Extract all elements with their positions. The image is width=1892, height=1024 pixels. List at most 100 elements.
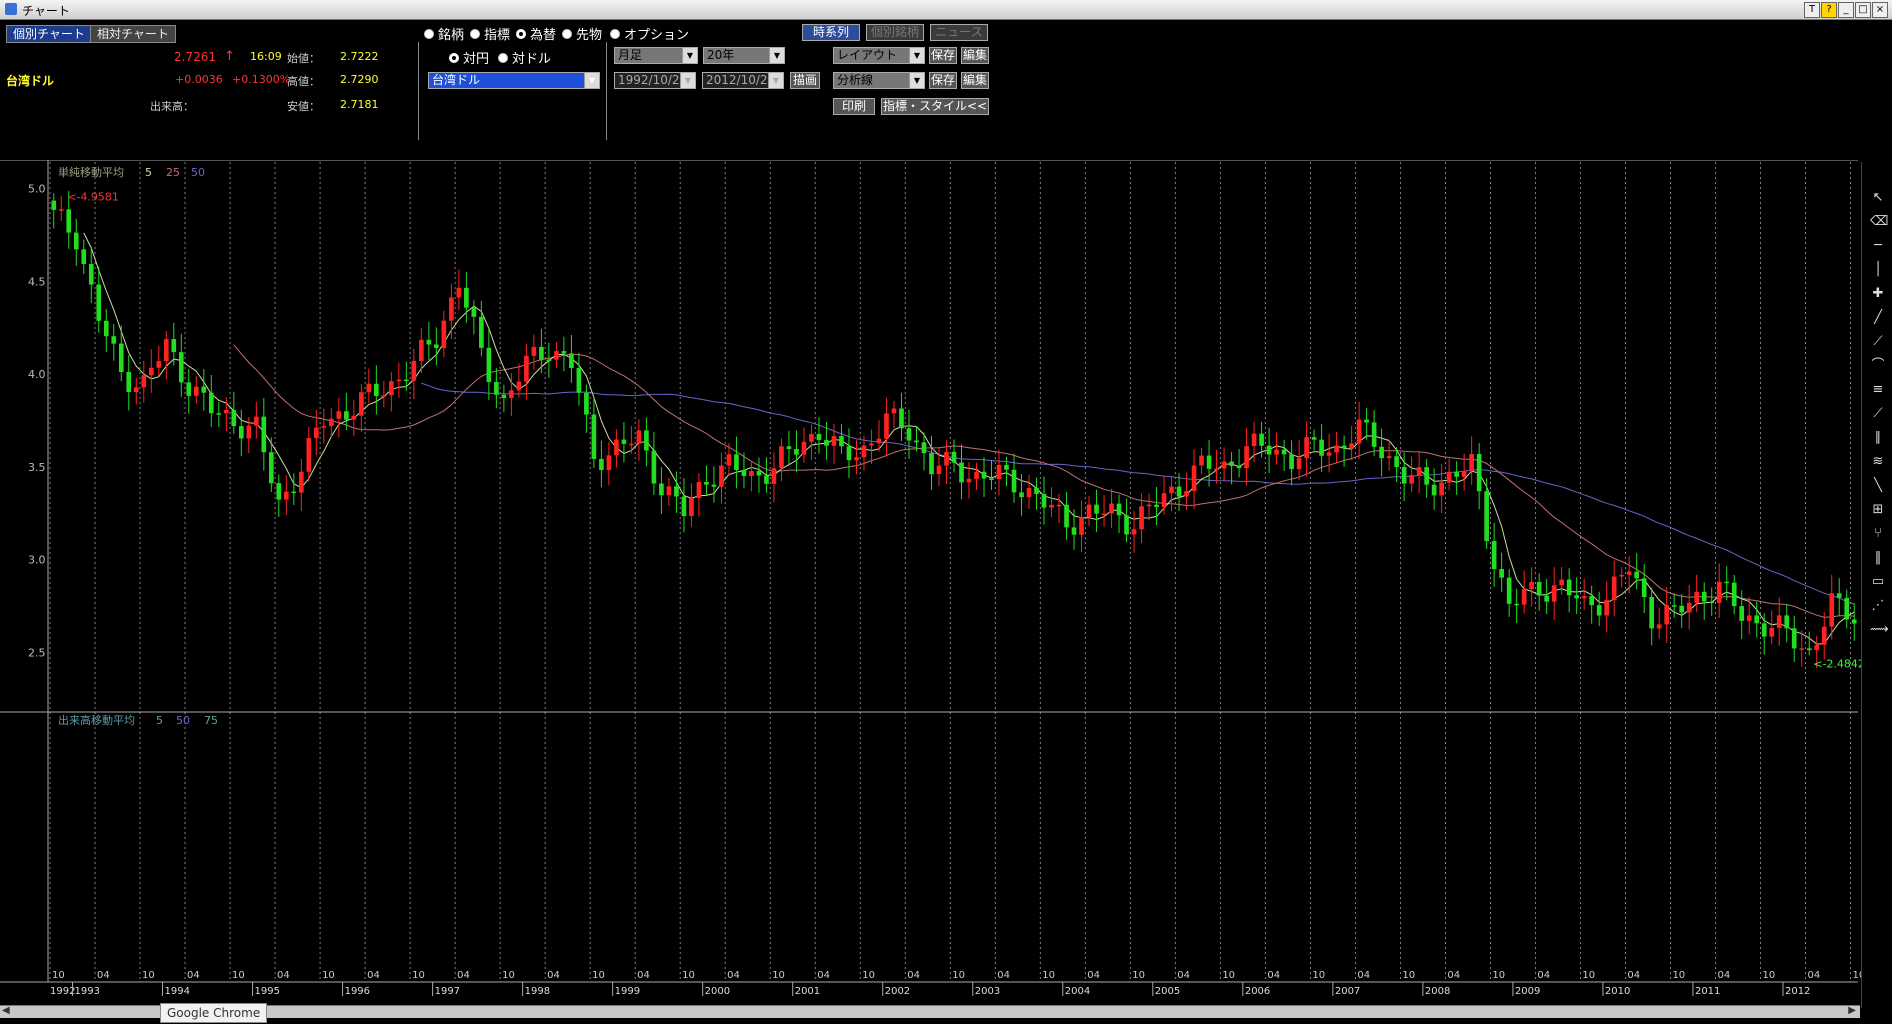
candle-body (734, 454, 739, 470)
tab-individual-chart[interactable]: 個別チャート (6, 25, 92, 43)
cursor-icon[interactable]: ↖ (1870, 190, 1886, 206)
candle-body (1806, 648, 1812, 651)
radio-vs-yen[interactable]: 対円 (449, 48, 489, 67)
draw-button[interactable]: 描画 (790, 72, 820, 89)
candle-body (1649, 596, 1655, 629)
save-analysis-button[interactable]: 保存 (929, 72, 957, 89)
candle-body (389, 381, 394, 396)
candle-body (974, 471, 979, 479)
candle-body (1656, 624, 1662, 629)
ray-icon[interactable]: ╲ (1870, 478, 1886, 494)
candle-body (1131, 529, 1137, 535)
year-label: 1992 (50, 986, 75, 997)
scroll-left-icon[interactable]: ◀ (2, 1005, 10, 1016)
gann-fan-icon[interactable]: ⟋ (1870, 406, 1886, 422)
period-select[interactable]: 月足 ▼ (614, 47, 698, 64)
candle-body (539, 346, 544, 360)
candle-body (464, 287, 469, 308)
month-tick-label: 04 (1447, 970, 1460, 981)
volume-period-75: 75 (204, 714, 218, 727)
radio-options[interactable]: オプション (610, 24, 689, 43)
minimize-button[interactable]: _ (1838, 2, 1854, 18)
candle-body (1356, 419, 1362, 444)
date-to-picker[interactable]: 2012/10/24 ▼ (702, 72, 784, 89)
month-tick-label: 10 (682, 970, 695, 981)
candle-body (111, 336, 117, 344)
save-layout-button[interactable]: 保存 (929, 47, 957, 64)
regression-channel-icon[interactable]: ≋ (1870, 454, 1886, 470)
pitchfork-icon[interactable]: ⑂ (1870, 526, 1886, 542)
parallel-lines-icon[interactable]: ∥ (1870, 430, 1886, 446)
candle-body (1529, 581, 1534, 590)
candle-body (1109, 503, 1114, 514)
radio-dot-icon (562, 28, 572, 39)
radio-index[interactable]: 指標 (470, 24, 510, 43)
help-icon[interactable]: ? (1821, 2, 1837, 18)
edit-analysis-button[interactable]: 編集 (961, 72, 989, 89)
indicator-style-button[interactable]: 指標・スタイル<< (881, 98, 989, 115)
candle-body (831, 436, 837, 446)
print-button[interactable]: 印刷 (833, 98, 875, 115)
year-label: 1999 (615, 986, 640, 997)
month-tick-label: 10 (862, 970, 875, 981)
date-from-picker[interactable]: 1992/10/24 ▼ (614, 72, 696, 89)
candle-body (396, 379, 402, 382)
vertical-line-icon[interactable]: │ (1870, 262, 1886, 278)
candle-body (1079, 517, 1084, 535)
cycle-lines-icon[interactable]: ‖ (1870, 550, 1886, 566)
crosshair-icon[interactable]: ✚ (1870, 286, 1886, 302)
candle-body (1461, 470, 1467, 477)
candle-body (291, 491, 297, 494)
scroll-right-icon[interactable]: ▶ (1848, 1005, 1856, 1016)
month-tick-label: 04 (997, 970, 1010, 981)
radio-vs-dollar[interactable]: 対ドル (498, 48, 551, 67)
candle-body (644, 430, 649, 451)
radio-stock[interactable]: 銘柄 (424, 24, 464, 43)
chart-scrollbar[interactable]: ◀ ▶ (0, 1005, 1860, 1018)
candle-body (779, 446, 784, 469)
channel-icon[interactable]: ▭ (1870, 574, 1886, 590)
month-tick-label: 04 (1627, 970, 1640, 981)
candle-body (133, 387, 139, 392)
candle-body (1476, 453, 1482, 492)
candle-body (1251, 433, 1257, 447)
candle-body (163, 339, 169, 362)
range-select[interactable]: 20年 ▼ (703, 47, 785, 64)
eraser-icon[interactable]: ⌫ (1870, 214, 1888, 230)
currency-select[interactable]: 台湾ドル ▼ (428, 72, 600, 89)
candle-body (1484, 491, 1489, 542)
radio-futures[interactable]: 先物 (562, 24, 602, 43)
candle-body (1761, 623, 1767, 637)
fibonacci-arc-icon[interactable]: ⌒ (1870, 358, 1886, 374)
candle-body (1221, 461, 1227, 469)
month-tick-label: 10 (1672, 970, 1685, 981)
horizontal-line-icon[interactable]: ─ (1870, 238, 1886, 254)
individual-stock-button[interactable]: 個別銘柄 (866, 24, 924, 41)
candle-body (1146, 504, 1152, 507)
close-button[interactable]: × (1872, 2, 1888, 18)
speed-lines-icon[interactable]: ⋰ (1870, 598, 1886, 614)
layout-select[interactable]: レイアウト ▼ (833, 47, 925, 64)
maximize-button[interactable]: □ (1855, 2, 1871, 18)
candle-body (1844, 597, 1850, 620)
edit-layout-button[interactable]: 編集 (961, 47, 989, 64)
font-size-icon[interactable]: T (1804, 2, 1820, 18)
timeseries-button[interactable]: 時系列 (802, 24, 860, 41)
fibonacci-retracement-icon[interactable]: ≡ (1870, 382, 1886, 398)
trendline-icon[interactable]: ╱ (1870, 310, 1886, 326)
radio-forex[interactable]: 為替 (516, 24, 556, 43)
gann-grid-icon[interactable]: ⊞ (1870, 502, 1886, 518)
month-tick-label: 04 (1807, 970, 1820, 981)
candle-body (1754, 615, 1760, 624)
candle-body (1814, 644, 1820, 651)
candle-body (546, 359, 552, 362)
candle-body (1409, 475, 1414, 484)
fibonacci-fan-icon[interactable]: ⟋ (1870, 334, 1886, 350)
analysis-line-select[interactable]: 分析線 ▼ (833, 72, 925, 89)
candle-body (344, 411, 349, 420)
price-chart[interactable]: 5.0 4.5 4.0 3.5 3.0 2.5 10 1992 1993 04 10 1994 04 10… (0, 160, 1892, 1008)
zigzag-icon[interactable]: ⟿ (1870, 622, 1889, 638)
news-button[interactable]: ニュース (930, 24, 988, 41)
candle-body (1296, 458, 1302, 470)
tab-relative-chart[interactable]: 相対チャート (90, 25, 176, 43)
